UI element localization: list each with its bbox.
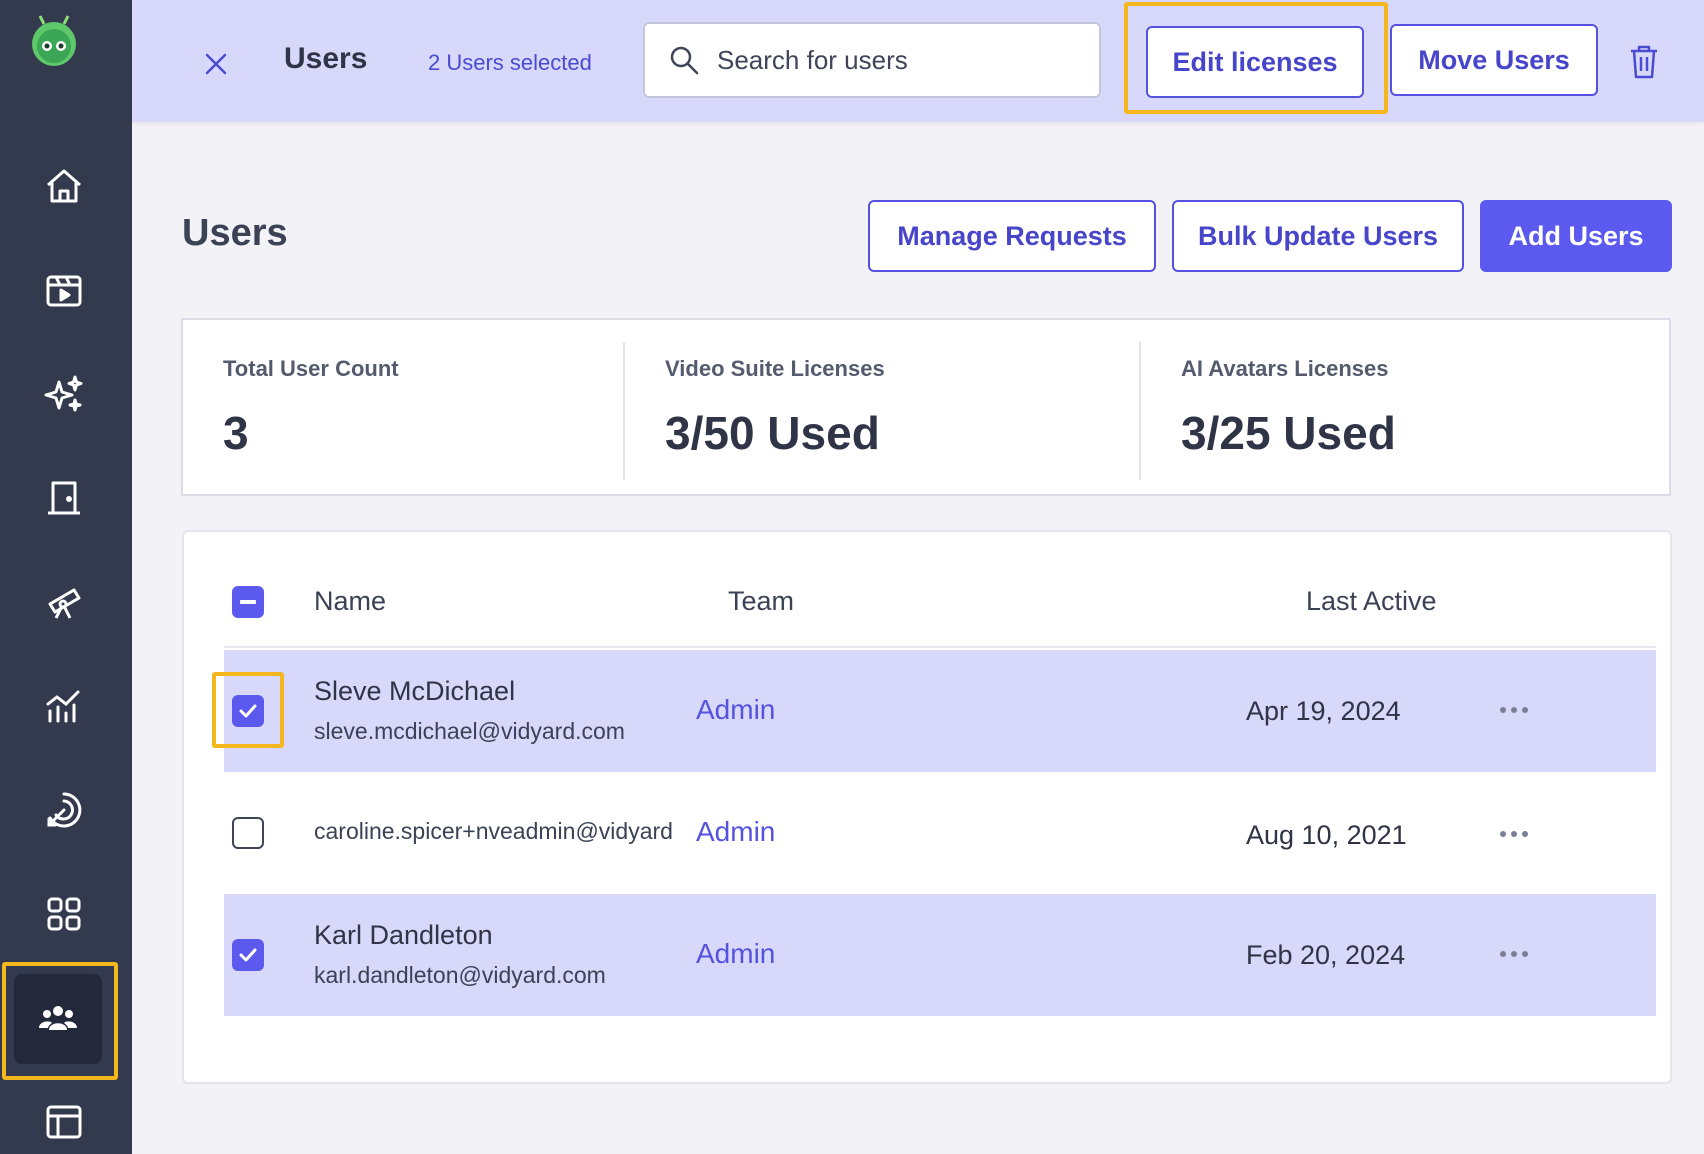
stat-value: 3/25 Used [1181,407,1396,459]
stat-divider [623,342,625,480]
sidebar [0,0,132,1154]
row-checkbox[interactable] [232,817,264,849]
minus-icon [240,600,256,604]
user-team-link[interactable]: Admin [696,816,775,848]
header-divider [224,646,1656,648]
table-row[interactable]: caroline.spicer+nveadmin@vidyard Admin A… [224,772,1656,894]
row-checkbox[interactable] [232,695,264,727]
move-users-button[interactable]: Move Users [1390,24,1598,96]
user-name: Karl Dandleton [314,920,493,950]
more-horizontal-icon [1500,951,1528,957]
table-row[interactable]: Karl Dandleton karl.dandleton@vidyard.co… [224,894,1656,1016]
target-icon[interactable] [20,766,108,854]
license-stats-card: Total User Count 3 Video Suite Licenses … [181,318,1671,496]
last-active-date: Apr 19, 2024 [1246,696,1401,726]
row-more-button[interactable] [1494,942,1534,966]
close-icon [205,53,227,75]
more-horizontal-icon [1500,707,1528,713]
home-icon[interactable] [20,142,108,230]
search-box [643,22,1101,98]
delete-button[interactable] [1624,40,1664,84]
bulk-update-users-button[interactable]: Bulk Update Users [1172,200,1464,272]
manage-requests-button[interactable]: Manage Requests [868,200,1156,272]
user-email: karl.dandleton@vidyard.com [314,962,606,988]
checkmark-icon [239,704,257,718]
column-header-last-active[interactable]: Last Active [1306,586,1437,617]
trash-icon [1631,45,1657,79]
more-horizontal-icon [1500,831,1528,837]
user-email: sleve.mcdichael@vidyard.com [314,718,625,744]
column-header-name[interactable]: Name [314,586,386,617]
user-email: caroline.spicer+nveadmin@vidyard [314,818,673,844]
analytics-icon[interactable] [20,662,108,750]
page-title: Users [182,212,288,254]
telescope-icon[interactable] [20,558,108,646]
user-team-link[interactable]: Admin [696,938,775,970]
search-icon [670,46,699,75]
stat-label: Video Suite Licenses [665,356,885,381]
selected-count: 2 Users selected [428,50,592,75]
row-more-button[interactable] [1494,822,1534,846]
last-active-date: Aug 10, 2021 [1246,820,1407,850]
search-input[interactable] [717,44,1077,76]
checkmark-icon [239,948,257,962]
users-table: Name Team Last Active Sleve McDichael sl… [182,530,1672,1084]
user-name: Sleve McDichael [314,676,516,706]
stat-divider [1139,342,1141,480]
stat-value: 3/50 Used [665,407,880,459]
column-header-team[interactable]: Team [728,586,794,617]
sparkles-icon[interactable] [20,350,108,438]
table-row[interactable]: Sleve McDichael sleve.mcdichael@vidyard.… [224,650,1656,772]
close-selection-button[interactable] [196,44,236,84]
stat-label: Total User Count [223,356,399,381]
select-all-checkbox[interactable] [232,586,264,618]
row-checkbox[interactable] [232,939,264,971]
door-icon[interactable] [20,454,108,542]
vidyard-logo-icon[interactable] [26,14,82,70]
user-team-link[interactable]: Admin [696,694,775,726]
layout-icon[interactable] [20,1078,108,1154]
row-more-button[interactable] [1494,698,1534,722]
last-active-date: Feb 20, 2024 [1246,940,1406,970]
video-library-icon[interactable] [20,246,108,334]
toolbar-title: Users [284,42,368,75]
stat-value: 3 [223,407,249,459]
add-users-button[interactable]: Add Users [1480,200,1672,272]
apps-grid-icon[interactable] [20,870,108,958]
users-icon[interactable] [14,974,102,1064]
stat-label: AI Avatars Licenses [1181,356,1389,381]
edit-licenses-button[interactable]: Edit licenses [1146,26,1364,98]
